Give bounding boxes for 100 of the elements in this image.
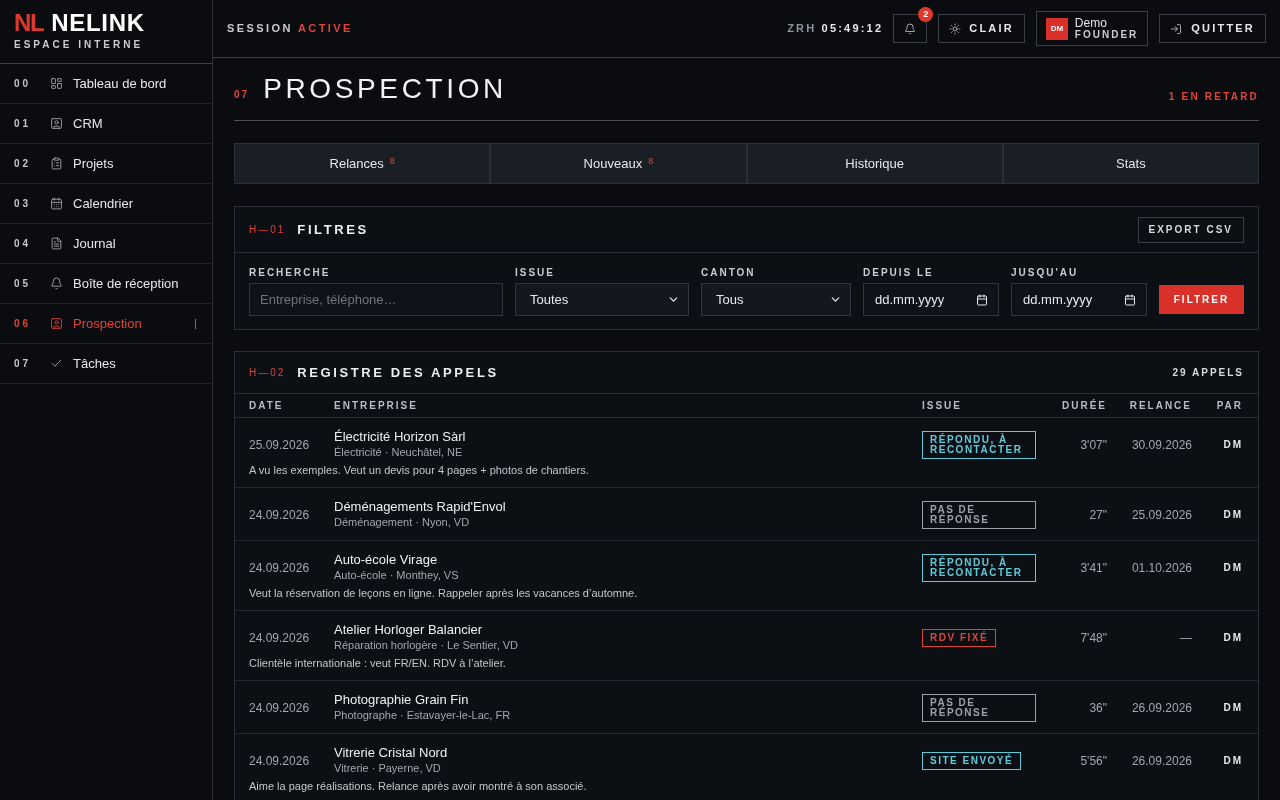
status-badge: PAS DE RÉPONSE	[922, 693, 1036, 722]
company-details: Auto-école · Monthey, VS	[334, 568, 459, 583]
follow-up-date: 26.09.2026	[1131, 753, 1192, 768]
follow-up-date: 25.09.2026	[1131, 507, 1192, 522]
column-header: PAR	[1216, 399, 1243, 411]
initials-avatar: DM	[1045, 17, 1068, 40]
status-badge: RÉPONDU, À RECONTACTER	[922, 553, 1036, 582]
section-code: H—02	[249, 366, 286, 380]
dropdown[interactable]: Toutes	[515, 283, 689, 316]
company-name: Vitrerie Cristal Nord	[334, 745, 448, 761]
tab[interactable]: Historique	[746, 143, 1003, 184]
call-date: 24.09.2026	[249, 507, 310, 522]
date-field[interactable]: dd.mm.yyyy	[1011, 283, 1147, 316]
tab[interactable]: Relances 8	[234, 143, 491, 184]
calendar-icon	[1124, 294, 1136, 306]
nav-link[interactable]: 00 Tableau de bord	[0, 64, 212, 104]
call-duration: 36"	[1089, 700, 1107, 715]
nav-link[interactable]: 05 Boîte de réception	[0, 264, 212, 304]
calendar-icon	[50, 197, 63, 210]
calendar-icon	[976, 294, 988, 306]
field-label: RECHERCHE	[249, 267, 331, 279]
status-badge: RÉPONDU, À RECONTACTER	[922, 430, 1036, 459]
theme-button[interactable]: CLAIR	[938, 14, 1025, 43]
nav-link[interactable]: 04 Journal	[0, 224, 212, 264]
follow-up-date: 26.09.2026	[1131, 700, 1192, 715]
session-status: SESSION ACTIVE	[227, 21, 353, 37]
contact-card-icon	[50, 317, 63, 330]
section-code: H—01	[249, 223, 286, 237]
document-icon	[50, 237, 63, 250]
call-date: 24.09.2026	[249, 700, 310, 715]
company-details: Déménagement · Nyon, VD	[334, 515, 470, 530]
follow-up-date: 30.09.2026	[1131, 437, 1192, 452]
status-badge: SITE ENVOYÉ	[922, 751, 1022, 770]
follow-up-date: 01.10.2026	[1131, 560, 1192, 575]
field-label: DEPUIS LE	[863, 267, 934, 279]
call-duration: 5'56"	[1080, 753, 1107, 768]
date-field[interactable]: dd.mm.yyyy	[863, 283, 999, 316]
call-date: 24.09.2026	[249, 560, 310, 575]
call-duration: 7'48"	[1080, 630, 1107, 645]
section-title: REGISTRE DES APPELS	[297, 363, 499, 382]
field-label: JUSQU'AU	[1011, 267, 1079, 279]
nav-link[interactable]: 01 CRM	[0, 104, 212, 144]
company-name: Déménagements Rapid'Envol	[334, 499, 506, 515]
company-details: Électricité · Neuchâtel, NE	[334, 445, 463, 460]
column-header: RELANCE	[1129, 399, 1192, 411]
dashboard-icon	[50, 77, 63, 90]
tab[interactable]: Stats	[1002, 143, 1259, 184]
caller-initials: DM	[1223, 631, 1243, 643]
company-details: Vitrerie · Payerne, VD	[334, 761, 441, 776]
check-icon	[50, 357, 63, 370]
column-header: ENTREPRISE	[334, 399, 418, 411]
filter-button[interactable]: FILTRER	[1159, 285, 1244, 314]
call-duration: 3'41"	[1080, 560, 1107, 575]
nav-link[interactable]: 06 Prospection	[0, 304, 212, 344]
page-title: PROSPECTION	[263, 73, 507, 105]
export-button[interactable]: EXPORT CSV	[1137, 216, 1244, 243]
caller-initials: DM	[1223, 561, 1243, 573]
call-duration: 3'07"	[1080, 437, 1107, 452]
status-badge: RDV FIXÉ	[922, 628, 997, 647]
call-note: Clientèle internationale : veut FR/EN. RDV à l’atelier.	[249, 657, 506, 669]
overdue-count: 1 EN RETARD	[1168, 89, 1259, 104]
field-label: ISSUE	[515, 267, 555, 279]
column-header: ISSUE	[922, 399, 962, 411]
company-name: Électricité Horizon Sàrl	[334, 429, 466, 445]
clipboard-icon	[50, 157, 63, 170]
caller-initials: DM	[1223, 701, 1243, 713]
bell-icon	[50, 277, 63, 290]
clock: ZRH 05:49:12	[787, 21, 884, 37]
quit-button[interactable]: QUITTER	[1159, 14, 1266, 43]
nav-link[interactable]: 03 Calendrier	[0, 184, 212, 224]
company-name: Auto-école Virage	[334, 552, 438, 568]
column-header: DATE	[249, 399, 284, 411]
call-date: 24.09.2026	[249, 630, 310, 645]
call-count: 29 APPELS	[1172, 366, 1244, 380]
section-title: FILTRES	[297, 220, 369, 239]
nav-link[interactable]: 07 Tâches	[0, 344, 212, 384]
call-date: 25.09.2026	[249, 437, 310, 452]
logo-subtitle: ESPACE INTERNE	[14, 39, 144, 51]
search-field[interactable]: Entreprise, téléphone…	[249, 283, 503, 316]
page-number: 07	[234, 87, 250, 102]
active-indicator	[194, 318, 196, 329]
logo: NL NELINK	[14, 10, 145, 36]
bell-icon	[904, 22, 917, 35]
tab[interactable]: Nouveaux 8	[490, 143, 747, 184]
nav-link[interactable]: 02 Projets	[0, 144, 212, 184]
sun-icon	[949, 22, 962, 35]
dropdown[interactable]: Tous	[701, 283, 851, 316]
company-name: Atelier Horloger Balancier	[334, 622, 483, 638]
company-details: Réparation horlogère · Le Sentier, VD	[334, 638, 519, 653]
caller-initials: DM	[1223, 508, 1243, 520]
call-note: A vu les exemples. Veut un devis pour 4 pages + photos de chantiers.	[249, 464, 589, 476]
company-details: Photographe · Estavayer-le-Lac, FR	[334, 708, 511, 723]
exit-icon	[1170, 22, 1183, 35]
field-label: CANTON	[701, 267, 756, 279]
caller-initials: DM	[1223, 438, 1243, 450]
column-header: DURÉE	[1062, 399, 1107, 411]
follow-up-date: —	[1180, 630, 1192, 645]
caller-initials: DM	[1223, 754, 1243, 766]
call-note: Aime la page réalisations. Relance après avoir montré à son associé.	[249, 780, 587, 792]
status-badge: PAS DE RÉPONSE	[922, 500, 1036, 529]
